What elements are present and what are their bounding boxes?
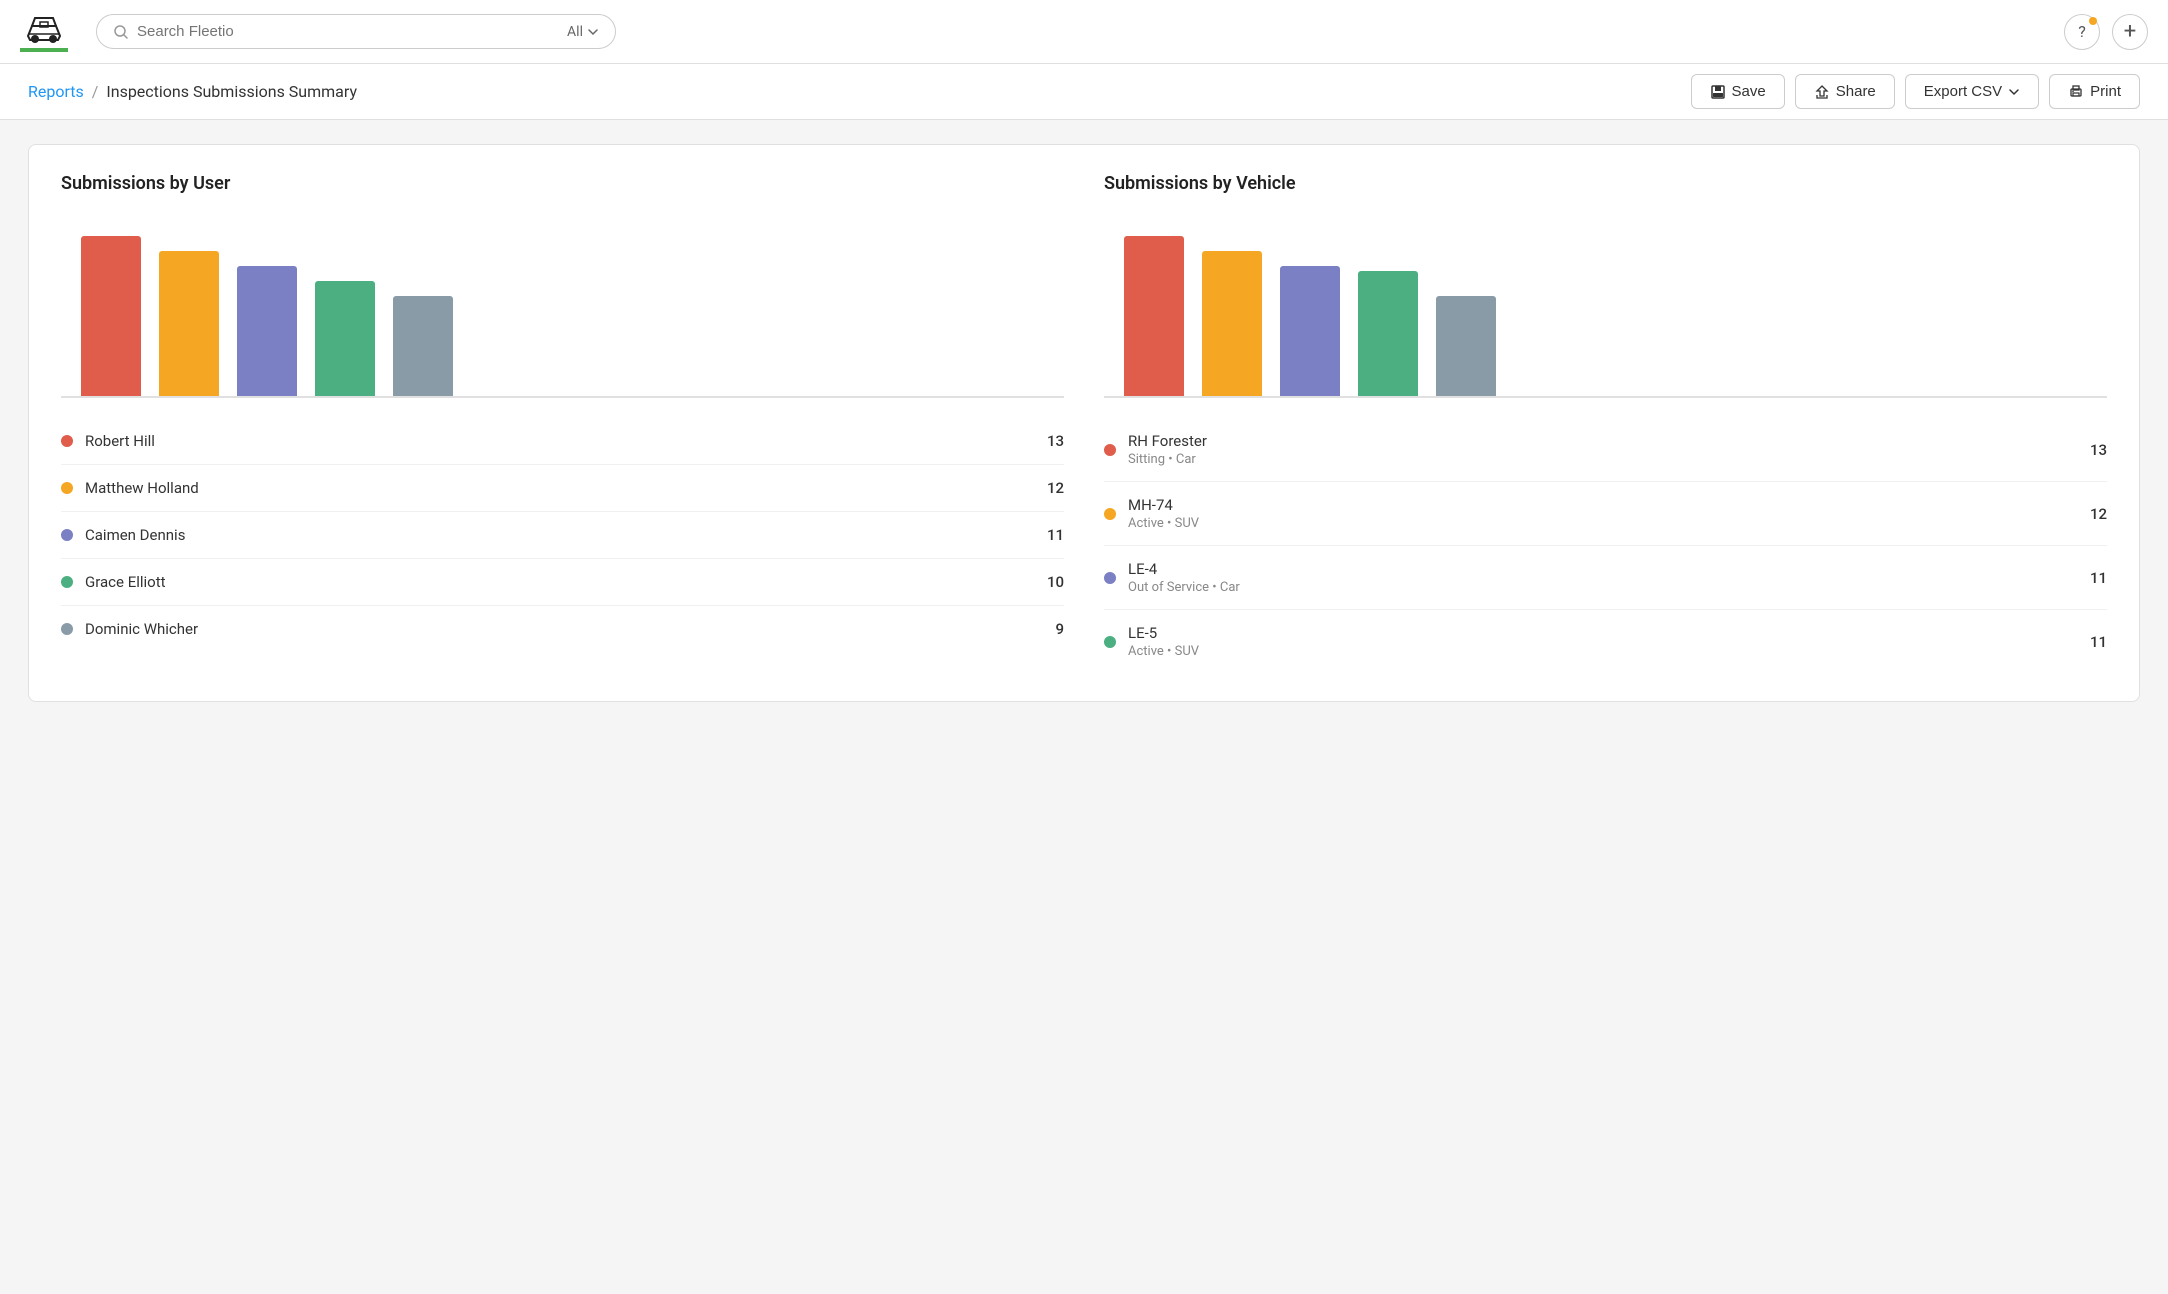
submissions-by-vehicle-title: Submissions by Vehicle [1104, 173, 2107, 194]
submissions-by-user-legend: Robert Hill 13 Matthew Holland 12 Caimen… [61, 418, 1064, 652]
search-icon [113, 24, 129, 40]
user-dot-2 [61, 529, 73, 541]
submissions-by-user-title: Submissions by User [61, 173, 1064, 194]
user-legend-label-3: Grace Elliott [85, 573, 1047, 591]
user-dot-3 [61, 576, 73, 588]
user-legend-count-0: 13 [1047, 432, 1064, 450]
vehicle-bar-2 [1280, 266, 1340, 396]
vehicle-legend-item-3: LE-5 Active • SUV 11 [1104, 610, 2107, 673]
search-bar[interactable]: All [96, 14, 616, 49]
search-filter-dropdown[interactable]: All [567, 24, 599, 40]
vehicle-dot-1 [1104, 508, 1116, 520]
vehicle-label-wrapper-2: LE-4 Out of Service • Car [1128, 560, 2090, 595]
user-legend-label-1: Matthew Holland [85, 479, 1047, 497]
user-legend-item-2: Caimen Dennis 11 [61, 512, 1064, 559]
search-input[interactable] [137, 23, 559, 40]
logo[interactable] [20, 8, 68, 56]
user-legend-count-1: 12 [1047, 479, 1064, 497]
breadcrumb-current-page: Inspections Submissions Summary [106, 82, 357, 101]
vehicle-dot-3 [1104, 636, 1116, 648]
vehicle-bar-1 [1202, 251, 1262, 396]
vehicle-legend-sublabel-1: Active • SUV [1128, 516, 2090, 531]
vehicle-legend-count-1: 12 [2090, 505, 2107, 523]
user-dot-1 [61, 482, 73, 494]
vehicle-legend-item-1: MH-74 Active • SUV 12 [1104, 482, 2107, 546]
user-bar-1 [159, 251, 219, 396]
vehicle-legend-count-2: 11 [2090, 569, 2107, 587]
vehicle-label-wrapper-3: LE-5 Active • SUV [1128, 624, 2090, 659]
submissions-by-vehicle-chart [1104, 218, 2107, 398]
vehicle-legend-item-0: RH Forester Sitting • Car 13 [1104, 418, 2107, 482]
save-button[interactable]: Save [1691, 74, 1785, 109]
share-button[interactable]: Share [1795, 74, 1895, 109]
vehicle-dot-0 [1104, 444, 1116, 456]
submissions-by-user-section: Submissions by User Robert Hill 13 Matth… [61, 173, 1064, 673]
vehicle-bar-3 [1358, 271, 1418, 396]
vehicle-bar-0 [1124, 236, 1184, 396]
user-legend-item-0: Robert Hill 13 [61, 418, 1064, 465]
export-csv-button[interactable]: Export CSV [1905, 74, 2039, 109]
share-icon [1814, 84, 1830, 100]
reports-breadcrumb-link[interactable]: Reports [28, 82, 84, 101]
user-legend-count-4: 9 [1055, 620, 1064, 638]
vehicle-legend-label-3: LE-5 [1128, 624, 2090, 642]
print-button[interactable]: Print [2049, 74, 2140, 109]
vehicle-legend-count-0: 13 [2090, 441, 2107, 459]
vehicle-legend-sublabel-0: Sitting • Car [1128, 452, 2090, 467]
vehicle-legend-label-2: LE-4 [1128, 560, 2090, 578]
add-button[interactable]: + [2112, 14, 2148, 50]
user-bar-2 [237, 266, 297, 396]
help-button[interactable]: ? [2064, 14, 2100, 50]
vehicle-bar-4 [1436, 296, 1496, 396]
user-bar-0 [81, 236, 141, 396]
submissions-by-vehicle-section: Submissions by Vehicle RH Forester Sitti… [1104, 173, 2107, 673]
top-navigation: All ? + [0, 0, 2168, 64]
save-icon [1710, 84, 1726, 100]
user-legend-item-4: Dominic Whicher 9 [61, 606, 1064, 652]
vehicle-legend-sublabel-3: Active • SUV [1128, 644, 2090, 659]
vehicle-legend-item-2: LE-4 Out of Service • Car 11 [1104, 546, 2107, 610]
breadcrumb-actions: Save Share Export CSV Print [1691, 74, 2140, 109]
vehicle-legend-label-1: MH-74 [1128, 496, 2090, 514]
user-dot-0 [61, 435, 73, 447]
vehicle-label-wrapper-0: RH Forester Sitting • Car [1128, 432, 2090, 467]
user-legend-label-0: Robert Hill [85, 432, 1047, 450]
print-icon [2068, 84, 2084, 100]
user-bar-3 [315, 281, 375, 396]
main-content: Submissions by User Robert Hill 13 Matth… [0, 120, 2168, 726]
chevron-down-icon [2008, 86, 2020, 98]
vehicle-label-wrapper-1: MH-74 Active • SUV [1128, 496, 2090, 531]
vehicle-legend-sublabel-2: Out of Service • Car [1128, 580, 2090, 595]
user-dot-4 [61, 623, 73, 635]
submissions-by-vehicle-legend: RH Forester Sitting • Car 13 MH-74 Activ… [1104, 418, 2107, 673]
user-legend-item-1: Matthew Holland 12 [61, 465, 1064, 512]
vehicle-legend-label-0: RH Forester [1128, 432, 2090, 450]
breadcrumb-bar: Reports / Inspections Submissions Summar… [0, 64, 2168, 120]
breadcrumb-separator: / [92, 82, 99, 101]
user-legend-count-3: 10 [1047, 573, 1064, 591]
user-bar-4 [393, 296, 453, 396]
nav-actions: ? + [2064, 14, 2148, 50]
vehicle-legend-count-3: 11 [2090, 633, 2107, 651]
notification-badge [2089, 17, 2097, 25]
charts-container: Submissions by User Robert Hill 13 Matth… [28, 144, 2140, 702]
user-legend-count-2: 11 [1047, 526, 1064, 544]
vehicle-dot-2 [1104, 572, 1116, 584]
user-legend-item-3: Grace Elliott 10 [61, 559, 1064, 606]
chevron-down-icon [587, 26, 599, 38]
user-legend-label-2: Caimen Dennis [85, 526, 1047, 544]
user-legend-label-4: Dominic Whicher [85, 620, 1055, 638]
submissions-by-user-chart [61, 218, 1064, 398]
